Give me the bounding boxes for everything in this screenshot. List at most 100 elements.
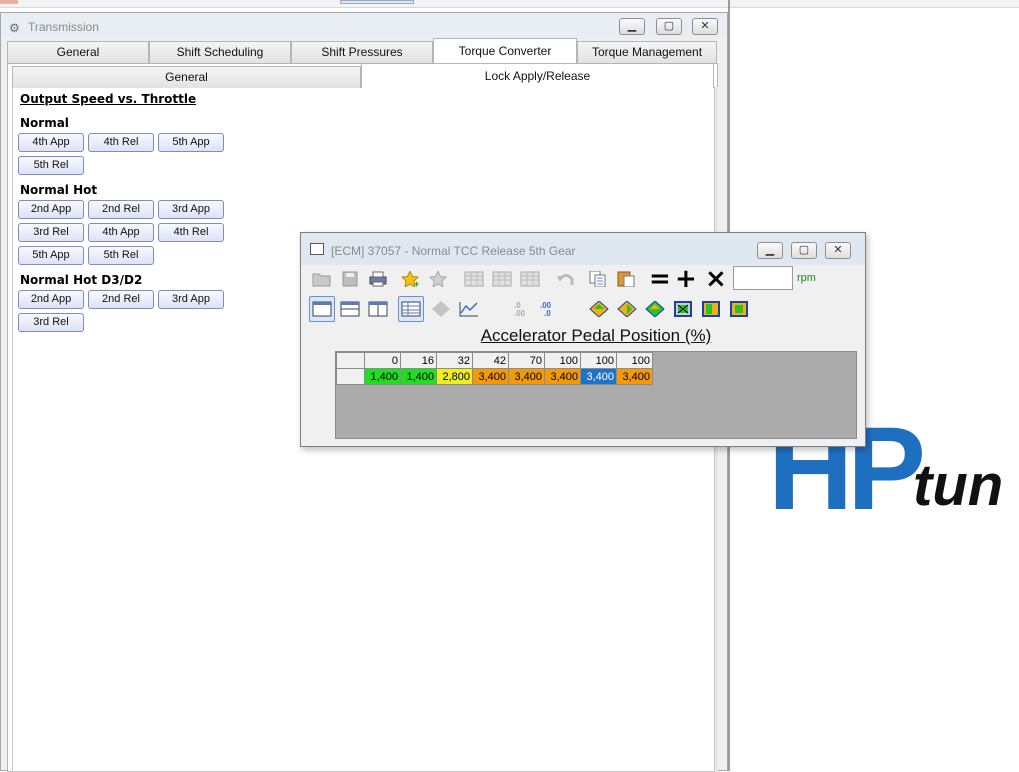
tab-shift-scheduling[interactable]: Shift Scheduling — [149, 41, 291, 63]
hot-2nd-app-button[interactable]: 2nd App — [18, 200, 84, 219]
data-table: 0 16 32 42 70 100 100 100 1,400 1,400 2,… — [336, 352, 653, 385]
undo-icon[interactable] — [553, 266, 579, 292]
hot-4th-rel-button[interactable]: 4th Rel — [158, 223, 224, 242]
tab-shift-pressures[interactable]: Shift Pressures — [291, 41, 433, 63]
hot-5th-rel-button[interactable]: 5th Rel — [88, 246, 154, 265]
table-icon[interactable] — [461, 266, 487, 292]
d3d2-2nd-app-button[interactable]: 2nd App — [18, 290, 84, 309]
hot-2nd-rel-button[interactable]: 2nd Rel — [88, 200, 154, 219]
multiply-button[interactable]: × — [705, 266, 727, 292]
table-editor-window: [ECM] 37057 - Normal TCC Release 5th Gea… — [300, 232, 866, 447]
section-heading: Output Speed vs. Throttle — [20, 92, 197, 106]
add-button[interactable]: + — [675, 266, 697, 292]
close-button[interactable]: ✕ — [825, 242, 851, 259]
paste-icon[interactable] — [613, 266, 639, 292]
layout-single-icon[interactable] — [309, 296, 335, 322]
normal-4th-app-button[interactable]: 4th App — [18, 133, 84, 152]
d3d2-2nd-rel-button[interactable]: 2nd Rel — [88, 290, 154, 309]
top-strip — [0, 0, 1019, 8]
table-icon[interactable] — [489, 266, 515, 292]
maximize-button[interactable]: ▢ — [656, 18, 682, 35]
column-header[interactable]: 70 — [508, 352, 545, 369]
unit-label: rpm — [797, 272, 816, 284]
group-title-normal-hot-d3d2: Normal Hot D3/D2 — [20, 273, 143, 287]
increase-decimals-icon[interactable]: .00.0 — [535, 296, 561, 322]
table-cell[interactable]: 3,400 — [508, 368, 545, 385]
table-cell[interactable]: 3,400 — [472, 368, 509, 385]
sub-tabs: General Lock Apply/Release — [12, 63, 714, 88]
equals-button[interactable]: = — [649, 266, 671, 292]
table-view-icon[interactable] — [398, 296, 424, 322]
table-cell[interactable]: 1,400 — [400, 368, 437, 385]
group-title-normal: Normal — [20, 116, 69, 130]
tab-torque-management[interactable]: Torque Management — [577, 41, 717, 63]
table-cell[interactable]: 3,400 — [616, 368, 653, 385]
color-fill-icon[interactable] — [614, 296, 640, 322]
color-fill-icon[interactable] — [642, 296, 668, 322]
table-row: 1,400 1,400 2,800 3,400 3,400 3,400 3,40… — [336, 368, 653, 385]
column-header[interactable]: 0 — [364, 352, 401, 369]
group-title-normal-hot: Normal Hot — [20, 183, 98, 197]
hot-4th-app-button[interactable]: 4th App — [88, 223, 154, 242]
table-cell[interactable]: 1,400 — [364, 368, 401, 385]
hot-5th-app-button[interactable]: 5th App — [18, 246, 84, 265]
column-header[interactable]: 100 — [544, 352, 581, 369]
column-axis-label: Accelerator Pedal Position (%) — [480, 326, 712, 345]
svg-text:.0: .0 — [544, 309, 551, 317]
transmission-titlebar[interactable]: ⚙ Transmission ▁ ▢ ✕ — [1, 13, 727, 39]
hot-3rd-rel-button[interactable]: 3rd Rel — [18, 223, 84, 242]
table-icon[interactable] — [517, 266, 543, 292]
tab-general[interactable]: General — [7, 41, 149, 63]
table-window-icon — [310, 243, 324, 255]
d3d2-3rd-app-button[interactable]: 3rd App — [158, 290, 224, 309]
table-titlebar[interactable]: [ECM] 37057 - Normal TCC Release 5th Gea… — [301, 233, 865, 265]
layout-vertical-icon[interactable] — [365, 296, 391, 322]
add-favorite-icon[interactable]: + — [398, 266, 424, 292]
normal-4th-rel-button[interactable]: 4th Rel — [88, 133, 154, 152]
column-header[interactable]: 32 — [436, 352, 473, 369]
copy-icon[interactable] — [585, 266, 611, 292]
main-tabs: General Shift Scheduling Shift Pressures… — [7, 38, 717, 63]
graph-view-icon[interactable] — [456, 296, 482, 322]
normal-5th-app-button[interactable]: 5th App — [158, 133, 224, 152]
select-icon[interactable] — [726, 296, 752, 322]
column-header[interactable]: 100 — [580, 352, 617, 369]
table-cell[interactable]: 3,400 — [544, 368, 581, 385]
decrease-decimals-icon[interactable]: .0.00 — [507, 296, 533, 322]
table-cell[interactable]: 3,400 — [580, 368, 617, 385]
column-header[interactable]: 16 — [400, 352, 437, 369]
table-window-title: [ECM] 37057 - Normal TCC Release 5th Gea… — [331, 244, 576, 258]
remove-favorite-icon[interactable] — [426, 266, 452, 292]
normal-5th-rel-button[interactable]: 5th Rel — [18, 156, 84, 175]
subtab-general[interactable]: General — [12, 66, 361, 88]
logo-tun: tun — [913, 453, 1004, 518]
row-axis-area — [309, 351, 335, 439]
minimize-button[interactable]: ▁ — [757, 242, 783, 259]
d3d2-3rd-rel-button[interactable]: 3rd Rel — [18, 313, 84, 332]
gear-icon: ⚙ — [9, 21, 20, 35]
print-icon[interactable] — [365, 266, 391, 292]
row-header — [336, 368, 365, 385]
3d-view-icon[interactable] — [428, 296, 454, 322]
close-button[interactable]: ✕ — [692, 18, 718, 35]
value-input[interactable] — [733, 266, 793, 290]
layout-horizontal-icon[interactable] — [337, 296, 363, 322]
select-icon[interactable] — [670, 296, 696, 322]
svg-text:.00: .00 — [514, 309, 526, 317]
minimize-button[interactable]: ▁ — [619, 18, 645, 35]
subtab-lock-apply-release[interactable]: Lock Apply/Release — [361, 63, 714, 88]
select-icon[interactable] — [698, 296, 724, 322]
tab-torque-converter[interactable]: Torque Converter — [433, 38, 577, 63]
window-title: Transmission — [28, 20, 99, 34]
column-header[interactable]: 100 — [616, 352, 653, 369]
table-cell[interactable]: 2,800 — [436, 368, 473, 385]
svg-text:+: + — [414, 279, 419, 287]
column-header[interactable]: 42 — [472, 352, 509, 369]
table-grid-area: 0 16 32 42 70 100 100 100 1,400 1,400 2,… — [335, 351, 857, 439]
maximize-button[interactable]: ▢ — [791, 242, 817, 259]
hot-3rd-app-button[interactable]: 3rd App — [158, 200, 224, 219]
open-icon[interactable] — [309, 266, 335, 292]
corner-cell — [336, 352, 365, 369]
save-icon[interactable] — [337, 266, 363, 292]
color-fill-icon[interactable] — [586, 296, 612, 322]
